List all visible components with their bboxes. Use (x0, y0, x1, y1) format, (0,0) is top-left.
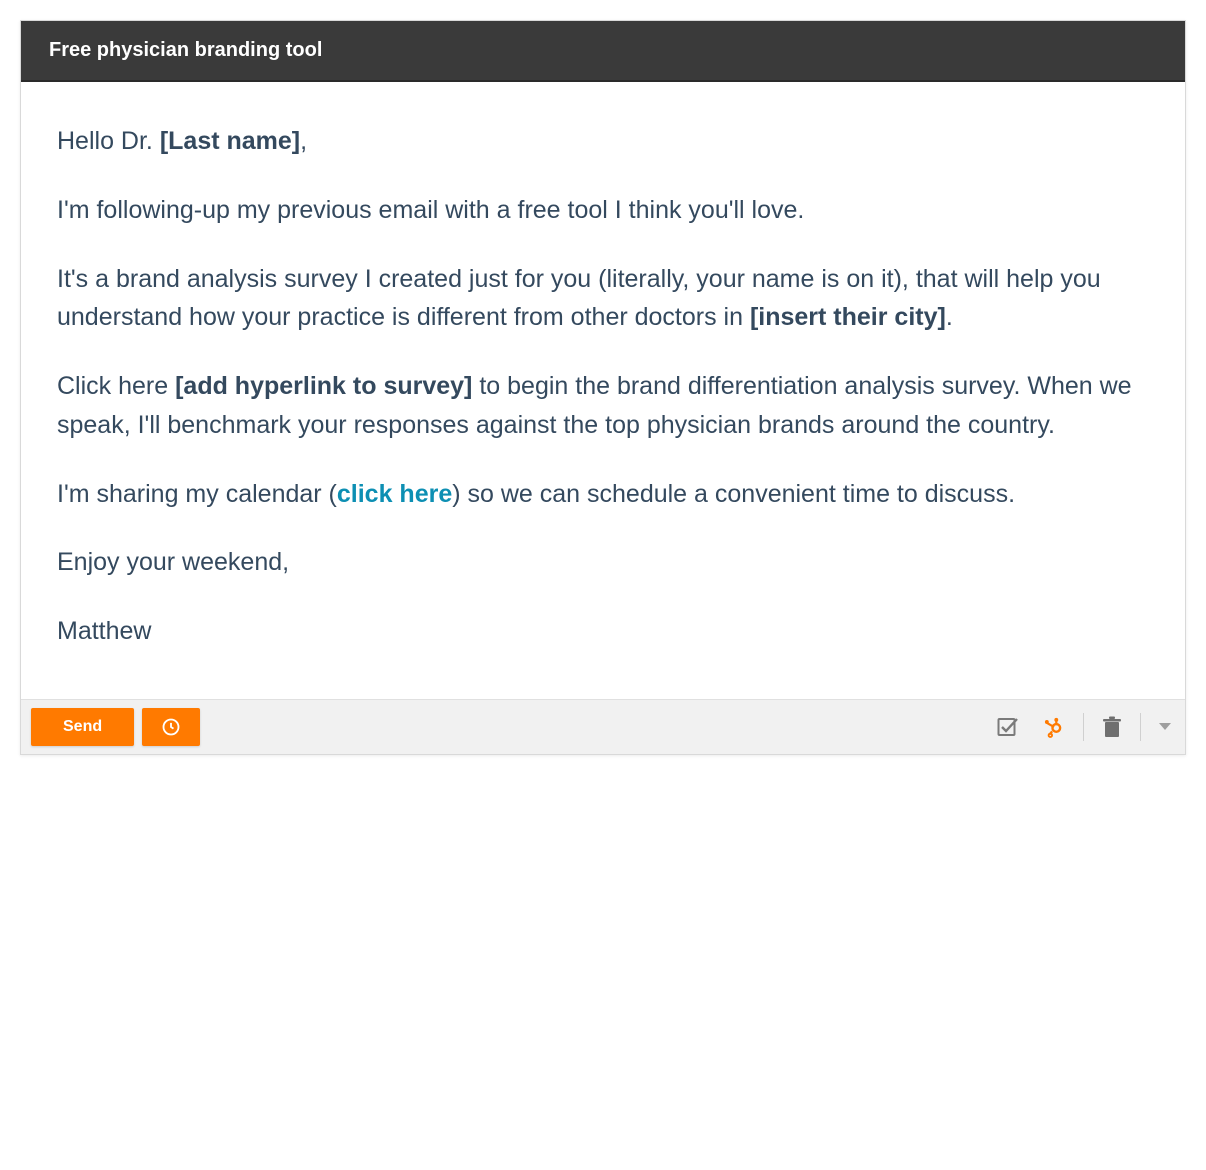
send-button[interactable]: Send (31, 708, 134, 746)
subject-text: Free physician branding tool (49, 39, 322, 61)
paragraph-3: Click here [add hyperlink to survey] to … (57, 367, 1149, 445)
sprocket-icon (1043, 716, 1065, 738)
paragraph-2: It's a brand analysis survey I created j… (57, 260, 1149, 338)
calendar-link[interactable]: click here (337, 480, 452, 508)
hubspot-sprocket-button[interactable] (1039, 712, 1069, 742)
p3-placeholder: [add hyperlink to survey] (175, 372, 472, 400)
schedule-send-button[interactable] (142, 708, 200, 746)
track-checkbox-button[interactable] (993, 712, 1025, 742)
greeting-post: , (300, 127, 307, 155)
email-body[interactable]: Hello Dr. [Last name], I'm following-up … (21, 82, 1185, 699)
footer-divider-2 (1140, 713, 1141, 741)
p2-post: . (946, 303, 953, 331)
closing-line: Enjoy your weekend, (57, 543, 1149, 582)
trash-icon (1102, 716, 1122, 738)
greeting-placeholder: [Last name] (160, 127, 300, 155)
caret-down-icon (1159, 723, 1171, 730)
p2-placeholder: [insert their city] (750, 303, 946, 331)
more-options-button[interactable] (1155, 719, 1175, 734)
footer-right (993, 712, 1175, 742)
footer-divider (1083, 713, 1084, 741)
email-composer: Free physician branding tool Hello Dr. [… (20, 20, 1186, 755)
clock-icon (161, 717, 181, 737)
greeting-line: Hello Dr. [Last name], (57, 122, 1149, 161)
footer-left: Send (31, 708, 200, 746)
checkbox-icon (997, 716, 1021, 738)
delete-button[interactable] (1098, 712, 1126, 742)
p3-pre: Click here (57, 372, 175, 400)
composer-footer: Send (21, 699, 1185, 754)
p4-pre: I'm sharing my calendar ( (57, 480, 337, 508)
paragraph-4: I'm sharing my calendar (click here) so … (57, 475, 1149, 514)
paragraph-1: I'm following-up my previous email with … (57, 191, 1149, 230)
greeting-pre: Hello Dr. (57, 127, 160, 155)
subject-bar[interactable]: Free physician branding tool (21, 21, 1185, 82)
signature: Matthew (57, 612, 1149, 651)
p4-post: ) so we can schedule a convenient time t… (452, 480, 1015, 508)
